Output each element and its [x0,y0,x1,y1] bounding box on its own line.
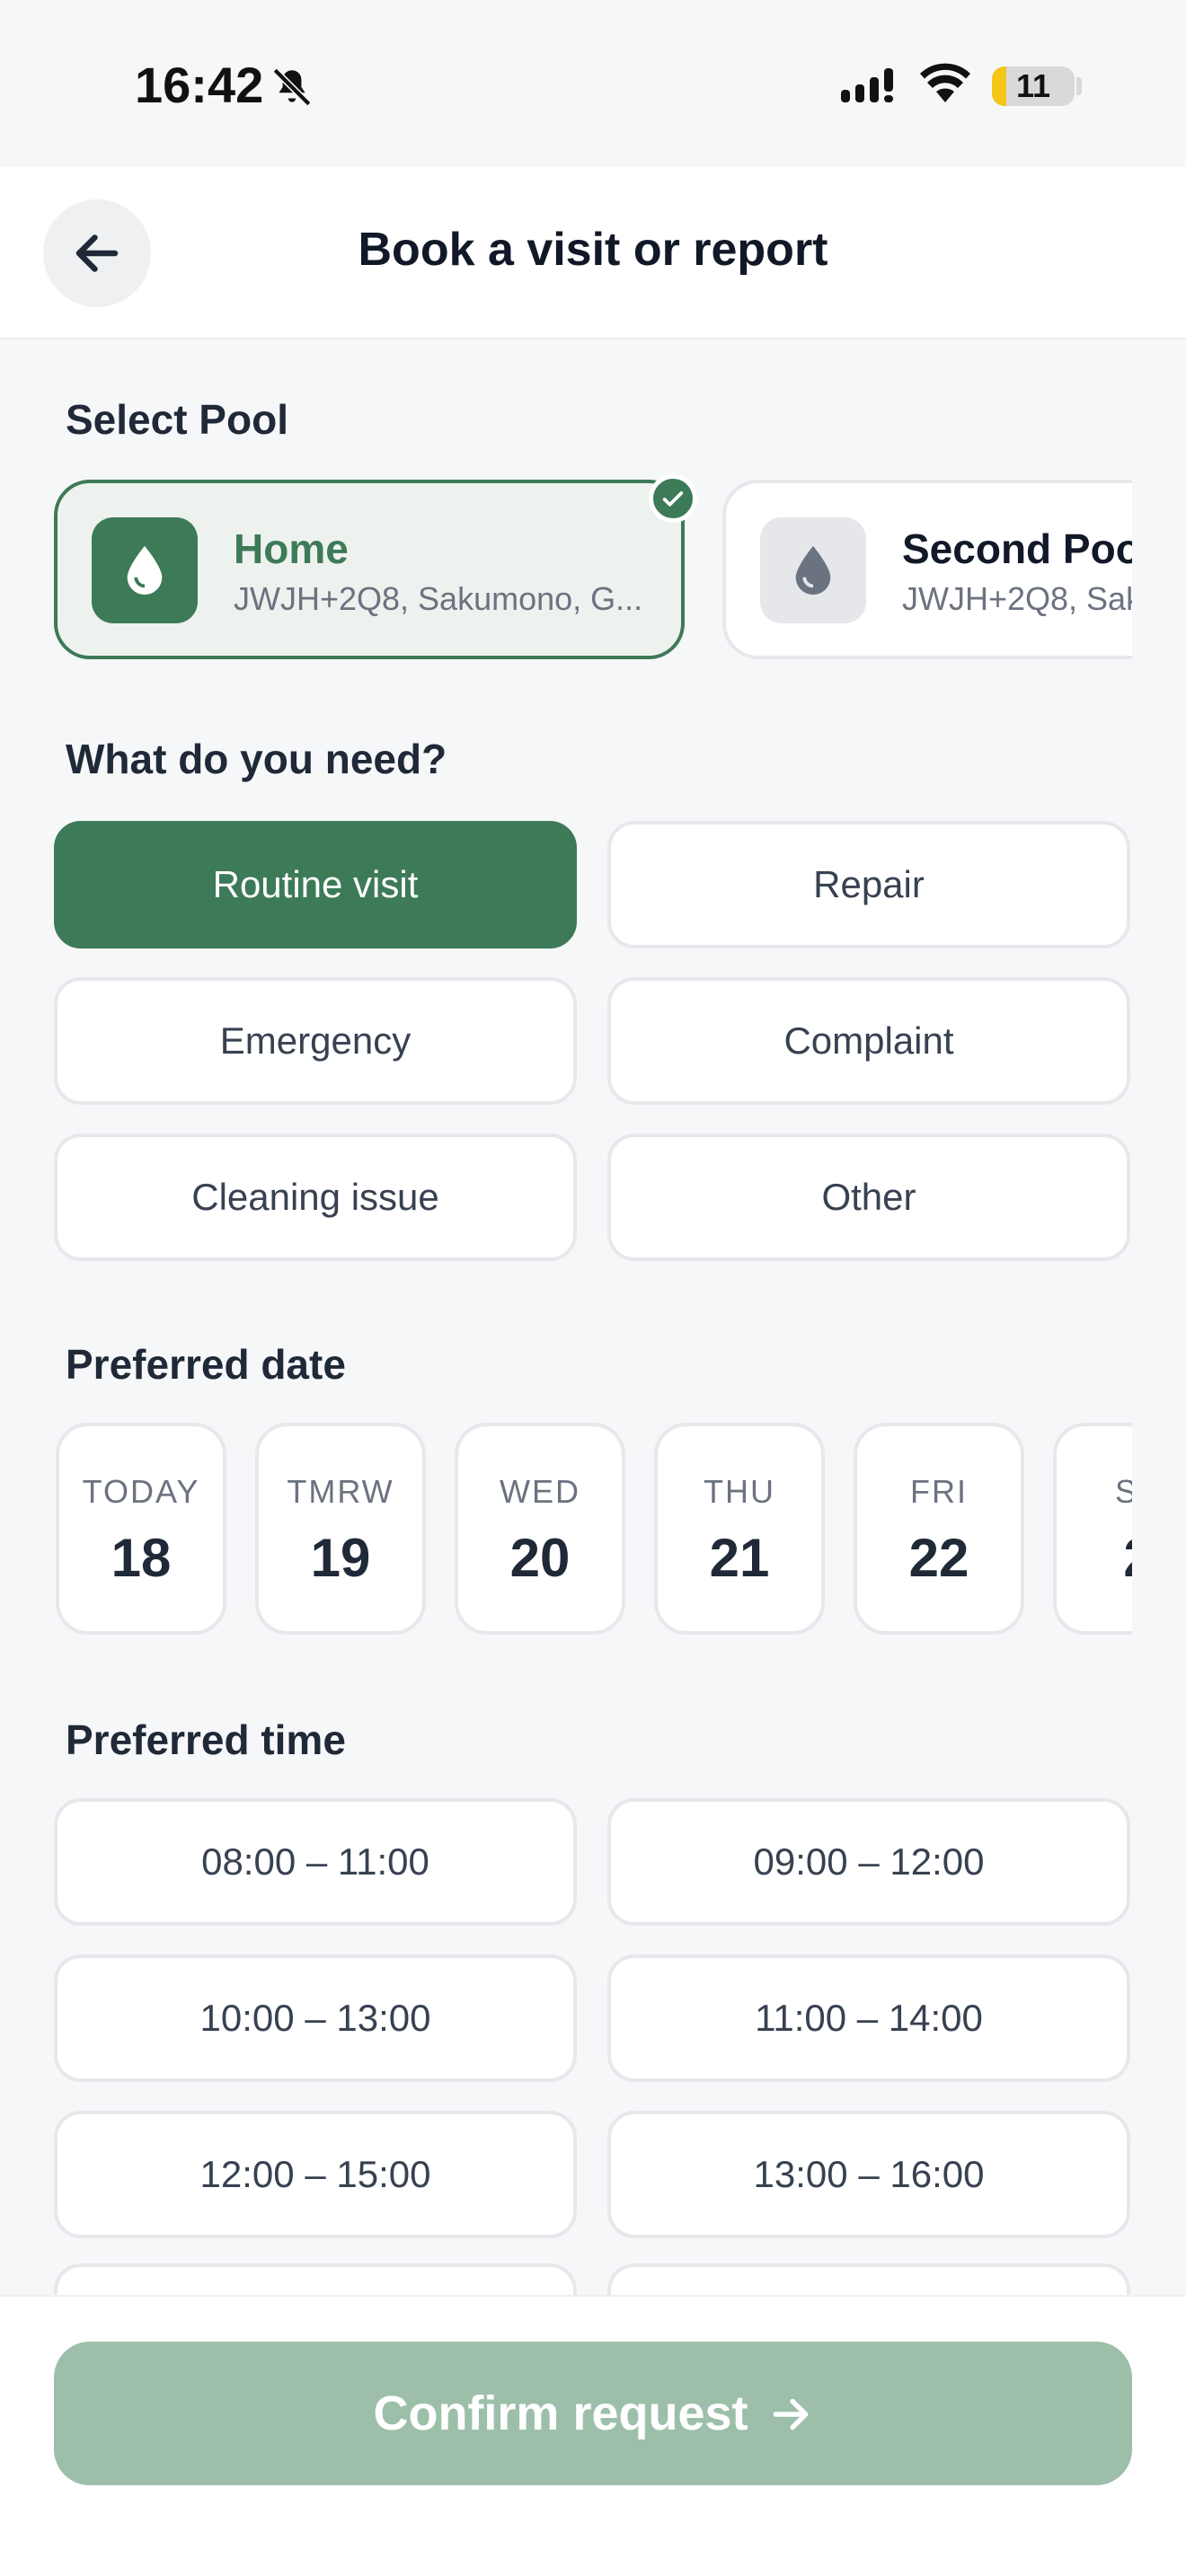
date-day: 21 [709,1528,770,1588]
battery-icon: 11 [992,66,1075,106]
date-option[interactable]: SA 2 [1053,1423,1132,1635]
battery-nub [1076,77,1082,95]
option-cleaning-issue[interactable]: Cleaning issue [54,1134,577,1261]
date-weekday: SA [1114,1473,1132,1510]
pool-name: Home [234,525,349,572]
option-emergency[interactable]: Emergency [54,977,577,1105]
date-day: 20 [509,1528,571,1588]
signal-icon [841,68,893,102]
option-other[interactable]: Other [607,1134,1130,1261]
date-option[interactable]: TODAY 18 [56,1423,226,1635]
time-slot[interactable]: 13:00 – 16:00 [607,2111,1130,2238]
date-option[interactable]: FRI 22 [854,1423,1024,1635]
date-scroll-area: TODAY 18 TMRW 19 WED 20 THU 21 FRI 22 SA… [52,1419,1132,1639]
option-complaint[interactable]: Complaint [607,977,1130,1105]
pool-icon [760,517,866,623]
status-bar: 16:42 11 [0,0,1186,167]
time-slot[interactable]: 10:00 – 13:00 [54,1954,577,2082]
header: Book a visit or report [0,167,1186,340]
battery-text: 11 [1015,67,1051,104]
section-title-time: Preferred time [66,1716,346,1763]
section-title-pool: Select Pool [66,396,288,443]
date-day: 22 [908,1528,969,1588]
arrow-right-icon [773,2398,808,2430]
date-day: 18 [111,1528,172,1588]
date-option[interactable]: WED 20 [455,1423,625,1635]
date-weekday: WED [500,1473,580,1510]
date-weekday: THU [704,1473,775,1510]
pool-name: Second Pool [902,525,1132,572]
pool-scroll-area: Second Pool JWJH+2Q8, Sak [719,476,1132,665]
confirm-label: Confirm request [373,2386,748,2440]
pool-icon [92,517,198,623]
bell-slash-icon [272,67,312,107]
date-weekday: FRI [910,1473,968,1510]
date-option[interactable]: TMRW 19 [255,1423,426,1635]
date-weekday: TODAY [82,1473,200,1510]
section-title-date: Preferred date [66,1341,346,1388]
status-time: 16:42 [135,57,264,113]
footer: Confirm request [0,2295,1186,2576]
wifi-icon [920,63,970,102]
water-drop-icon [127,545,163,595]
pool-card-home[interactable]: Home JWJH+2Q8, Sakumono, G... [54,480,685,659]
time-slot[interactable]: 11:00 – 14:00 [607,1954,1130,2082]
confirm-request-button[interactable]: Confirm request [54,2342,1132,2485]
date-day: 19 [310,1528,371,1588]
date-day: 2 [1057,1527,1132,1589]
page-title: Book a visit or report [358,224,828,276]
pool-card-second[interactable]: Second Pool JWJH+2Q8, Sak [722,480,1132,659]
option-repair[interactable]: Repair [607,821,1130,948]
selected-check-icon [649,474,697,523]
time-slot[interactable]: 08:00 – 11:00 [54,1798,577,1926]
time-slot[interactable]: 12:00 – 15:00 [54,2111,577,2238]
section-title-need: What do you need? [66,736,447,782]
pool-address: JWJH+2Q8, Sakumono, G... [234,580,643,617]
date-option[interactable]: THU 21 [654,1423,825,1635]
option-routine-visit[interactable]: Routine visit [54,821,577,948]
pool-address: JWJH+2Q8, Sak [902,580,1132,617]
time-slot[interactable]: 09:00 – 12:00 [607,1798,1130,1926]
date-weekday: TMRW [287,1473,394,1510]
water-drop-icon [795,545,831,595]
